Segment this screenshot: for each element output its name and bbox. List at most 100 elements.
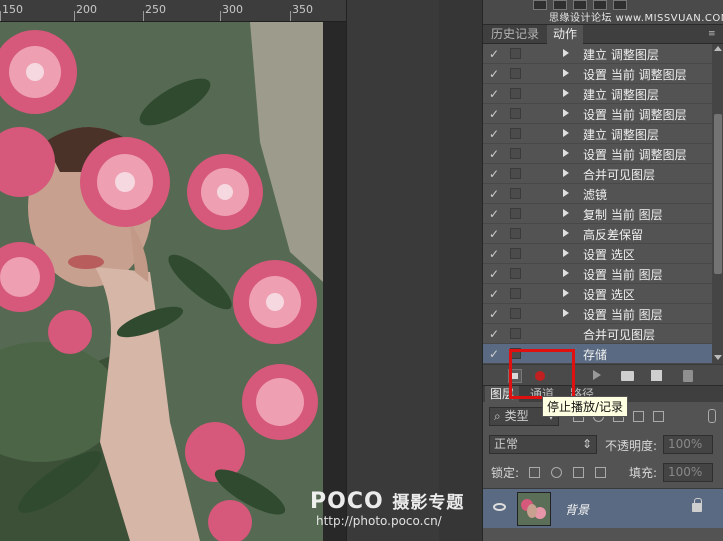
action-row[interactable]: ✓ 高反差保留 (483, 224, 712, 244)
action-row[interactable]: ✓ 建立 调整图层 (483, 84, 712, 104)
scroll-up-icon[interactable] (714, 46, 722, 51)
panel-menu-icon[interactable]: ≡ (708, 29, 718, 39)
checkmark-icon[interactable]: ✓ (489, 147, 501, 161)
lock-transparent-icon[interactable] (529, 467, 540, 478)
play-icon[interactable] (593, 370, 601, 380)
folder-icon[interactable] (621, 371, 634, 381)
tab-history[interactable]: 历史记录 (485, 25, 545, 44)
lock-brush-icon[interactable] (551, 467, 562, 478)
photo-image (0, 22, 323, 541)
dialog-toggle-box[interactable] (510, 148, 521, 159)
action-row[interactable]: ✓ 合并可见图层 (483, 324, 712, 344)
watermark-logo-suffix: 摄影专题 (392, 493, 465, 513)
eye-icon[interactable] (493, 503, 506, 511)
checkmark-icon[interactable]: ✓ (489, 127, 501, 141)
blend-mode-select[interactable]: 正常 ⇕ (489, 435, 597, 454)
action-row[interactable]: ✓ 复制 当前 图层 (483, 204, 712, 224)
dialog-toggle-box[interactable] (510, 308, 521, 319)
expand-triangle-icon[interactable] (563, 269, 569, 277)
expand-triangle-icon[interactable] (563, 309, 569, 317)
filter-smart-icon[interactable] (653, 411, 664, 422)
checkmark-icon[interactable]: ✓ (489, 247, 501, 261)
expand-triangle-icon[interactable] (563, 289, 569, 297)
watermark-logo: POCO (310, 489, 384, 514)
lock-all-icon[interactable] (595, 467, 606, 478)
expand-triangle-icon[interactable] (563, 149, 569, 157)
new-action-icon[interactable] (651, 370, 662, 381)
ruler-label: 300 (222, 3, 243, 16)
checkmark-icon[interactable]: ✓ (489, 287, 501, 301)
horizontal-ruler: 150 200 250 300 350 (0, 0, 346, 22)
ruler-label: 350 (292, 3, 313, 16)
fill-input[interactable]: 100% (663, 463, 713, 482)
action-row[interactable]: ✓ 设置 选区 (483, 284, 712, 304)
dialog-toggle-box[interactable] (510, 128, 521, 139)
expand-triangle-icon[interactable] (563, 49, 569, 57)
dialog-toggle-box[interactable] (510, 268, 521, 279)
dialog-toggle-box[interactable] (510, 288, 521, 299)
action-row-label: 复制 当前 图层 (583, 208, 663, 222)
expand-triangle-icon[interactable] (563, 109, 569, 117)
dialog-toggle-box[interactable] (510, 88, 521, 99)
expand-triangle-icon[interactable] (563, 189, 569, 197)
expand-triangle-icon[interactable] (563, 69, 569, 77)
checkmark-icon[interactable]: ✓ (489, 307, 501, 321)
checkmark-icon[interactable]: ✓ (489, 167, 501, 181)
layer-row-background[interactable]: 背景 (483, 488, 723, 528)
expand-triangle-icon[interactable] (563, 209, 569, 217)
dialog-toggle-box[interactable] (510, 228, 521, 239)
checkmark-icon[interactable]: ✓ (489, 107, 501, 121)
tab-actions[interactable]: 动作 (547, 25, 584, 44)
trash-icon[interactable] (683, 370, 693, 382)
checkmark-icon[interactable]: ✓ (489, 207, 501, 221)
search-icon: ⌕ (494, 409, 501, 423)
layer-filter-label: 类型 (504, 409, 529, 423)
checkmark-icon[interactable]: ✓ (489, 347, 501, 361)
document-canvas[interactable]: 150 200 250 300 350 (0, 0, 346, 541)
checkmark-icon[interactable]: ✓ (489, 227, 501, 241)
dialog-toggle-box[interactable] (510, 168, 521, 179)
action-row[interactable]: ✓ 合并可见图层 (483, 164, 712, 184)
dialog-toggle-box[interactable] (510, 248, 521, 259)
filter-shape-icon[interactable] (633, 411, 644, 422)
action-row-label: 设置 选区 (583, 248, 635, 262)
dialog-toggle-box[interactable] (510, 188, 521, 199)
dialog-toggle-box[interactable] (510, 208, 521, 219)
checkmark-icon[interactable]: ✓ (489, 187, 501, 201)
checkmark-icon[interactable]: ✓ (489, 47, 501, 61)
expand-triangle-icon[interactable] (563, 229, 569, 237)
scroll-thumb[interactable] (714, 114, 722, 274)
lock-move-icon[interactable] (573, 467, 584, 478)
layers-panel: ⌕ 类型 ▾ 正常 ⇕ 不透明度: 100% 锁定: 填充: 100% (483, 402, 723, 541)
checkmark-icon[interactable]: ✓ (489, 327, 501, 341)
expand-triangle-icon[interactable] (563, 129, 569, 137)
action-row[interactable]: ✓ 设置 当前 调整图层 (483, 64, 712, 84)
layer-name: 背景 (565, 503, 590, 517)
action-row[interactable]: ✓ 滤镜 (483, 184, 712, 204)
action-row[interactable]: ✓ 设置 当前 调整图层 (483, 104, 712, 124)
checkmark-icon[interactable]: ✓ (489, 67, 501, 81)
expand-triangle-icon[interactable] (563, 249, 569, 257)
dialog-toggle-box[interactable] (510, 68, 521, 79)
checkmark-icon[interactable]: ✓ (489, 267, 501, 281)
scroll-down-icon[interactable] (714, 355, 722, 360)
action-row-label: 设置 当前 图层 (583, 268, 663, 282)
panel-strip-icon[interactable] (533, 0, 547, 10)
dialog-toggle-box[interactable] (510, 328, 521, 339)
dialog-toggle-box[interactable] (510, 48, 521, 59)
expand-triangle-icon[interactable] (563, 89, 569, 97)
watermark-url: http://photo.poco.cn/ (316, 514, 442, 528)
dialog-toggle-box[interactable] (510, 108, 521, 119)
expand-triangle-icon[interactable] (563, 169, 569, 177)
opacity-input[interactable]: 100% (663, 435, 713, 454)
fill-value: 100% (668, 465, 703, 479)
action-row[interactable]: ✓ 设置 当前 调整图层 (483, 144, 712, 164)
action-row[interactable]: ✓ 设置 当前 图层 (483, 264, 712, 284)
action-row[interactable]: ✓ 建立 调整图层 (483, 124, 712, 144)
checkmark-icon[interactable]: ✓ (489, 87, 501, 101)
actions-scrollbar[interactable] (712, 44, 723, 364)
action-row[interactable]: ✓ 设置 当前 图层 (483, 304, 712, 324)
action-row[interactable]: ✓ 建立 调整图层 (483, 44, 712, 64)
action-row[interactable]: ✓ 设置 选区 (483, 244, 712, 264)
filter-toggle-icon[interactable] (708, 409, 716, 423)
